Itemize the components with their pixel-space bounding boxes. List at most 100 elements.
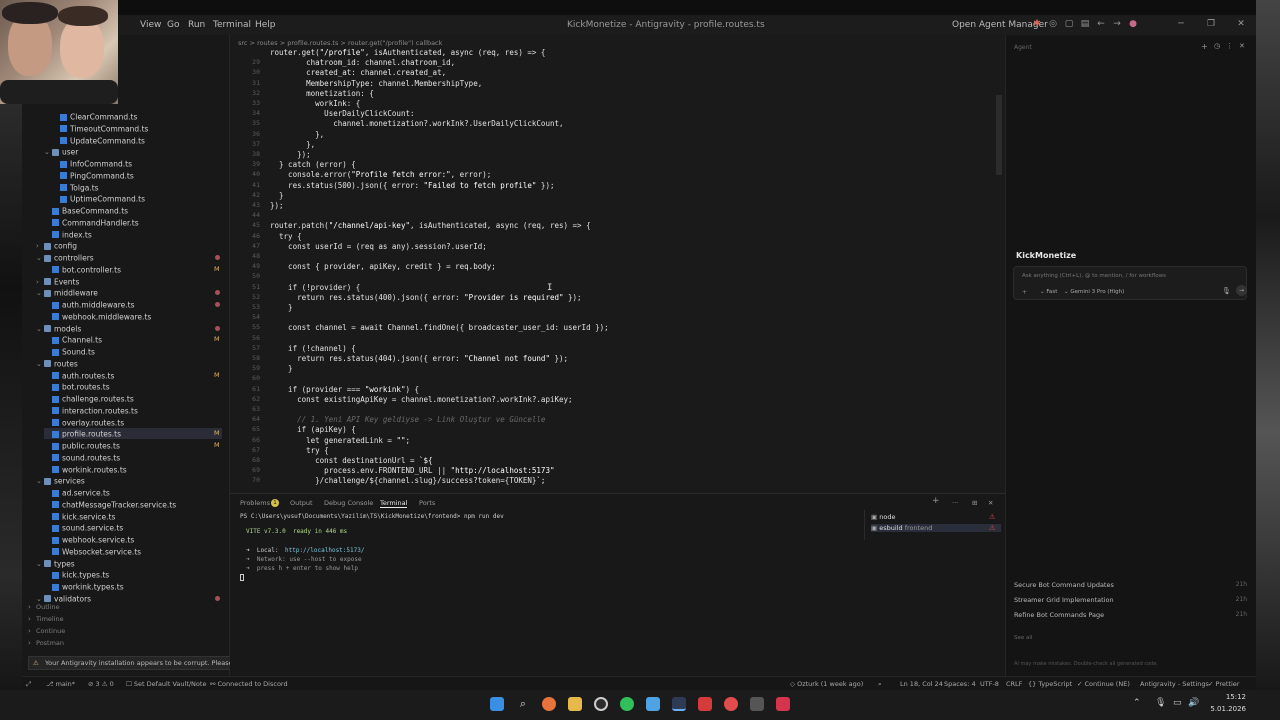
history-item[interactable]: Streamer Grid Implementation 21h (1014, 596, 1247, 606)
close-window-icon[interactable]: ✕ (1236, 19, 1246, 29)
agent-input-box[interactable]: Ask anything (Ctrl+L), @ to mention, / f… (1013, 266, 1247, 300)
avatar-icon[interactable]: ● (1128, 19, 1138, 29)
tree-file[interactable]: auth.routes.ts M (44, 370, 222, 381)
tree-file[interactable]: workink.routes.ts (44, 464, 222, 475)
microphone-icon[interactable]: 🎙 (1155, 698, 1166, 708)
attach-icon[interactable]: + (1022, 289, 1027, 296)
tree-folder[interactable]: ⌄ user (44, 146, 222, 157)
file-explorer-icon[interactable] (568, 697, 582, 711)
tree-folder[interactable]: ⌄ validators (36, 593, 222, 604)
antigravity-settings[interactable]: Antigravity - Settings (1140, 680, 1209, 688)
account-icon[interactable]: ◎ (1048, 19, 1058, 29)
tree-file[interactable]: auth.middleware.ts (44, 299, 222, 310)
tree-file[interactable]: index.ts (44, 229, 222, 240)
history-item[interactable]: Secure Bot Command Updates 21h (1014, 581, 1247, 591)
section-timeline[interactable]: › Timeline (28, 615, 64, 625)
menu-view[interactable]: View (140, 20, 161, 30)
prettier-status[interactable]: ✓ Prettier (1208, 680, 1239, 688)
tree-file[interactable]: InfoCommand.ts (52, 158, 222, 169)
tree-folder[interactable]: ⌄ controllers (36, 252, 222, 263)
tab-problems[interactable]: Problems (240, 499, 270, 507)
tab-terminal[interactable]: Terminal (380, 499, 408, 508)
more-icon[interactable]: ··· (952, 499, 958, 507)
section-outline[interactable]: › Outline (28, 603, 60, 613)
volume-icon[interactable]: 🔊 (1188, 698, 1199, 708)
search-icon[interactable]: ⌕ (516, 697, 530, 711)
tree-file[interactable]: kick.service.ts (44, 511, 222, 522)
tree-file[interactable]: sound.routes.ts (44, 452, 222, 463)
maximize-panel-icon[interactable]: ⊞ (972, 499, 977, 507)
code-editor[interactable]: src > routes > profile.routes.ts > route… (230, 35, 1005, 493)
tray-chevron-icon[interactable]: ⌃ (1133, 698, 1141, 708)
section-continue[interactable]: › Continue (28, 627, 65, 637)
clock-time[interactable]: 15:12 (1212, 693, 1246, 701)
more-icon[interactable]: ⋮ (1226, 42, 1233, 50)
continue-status[interactable]: ✓ Continue (NE) (1077, 680, 1130, 688)
tree-file[interactable]: bot.controller.ts M (44, 264, 222, 275)
tree-file[interactable]: overlay.routes.ts (44, 417, 222, 428)
tree-folder[interactable]: ⌄ routes (36, 358, 222, 369)
tree-file[interactable]: profile.routes.ts M (44, 428, 222, 440)
network-icon[interactable]: ▭ (1173, 698, 1182, 708)
tree-folder[interactable]: › config (36, 240, 222, 251)
new-chat-icon[interactable]: + (1201, 42, 1208, 51)
tab-debug-console[interactable]: Debug Console (324, 499, 373, 507)
remote-icon[interactable]: ⤢ (26, 680, 31, 689)
tree-file[interactable]: workink.types.ts (44, 581, 222, 592)
start-icon[interactable] (490, 697, 504, 711)
tree-file[interactable]: Sound.ts (44, 346, 222, 357)
antigravity-icon[interactable] (672, 697, 686, 711)
session-esbuild[interactable]: ▣ esbuild frontend (871, 524, 1001, 532)
send-icon[interactable]: → (1236, 285, 1247, 296)
forward-icon[interactable]: → (1112, 19, 1122, 29)
layout-icon[interactable]: ▢ (1064, 19, 1074, 29)
model-select[interactable]: ⌄ Gemini 3 Pro (High) (1064, 289, 1124, 295)
language-mode[interactable]: {} TypeScript (1028, 680, 1072, 688)
tree-file[interactable]: TimeoutCommand.ts (52, 123, 222, 134)
app-icon[interactable] (724, 697, 738, 711)
menu-go[interactable]: Go (167, 20, 179, 30)
tab-ports[interactable]: Ports (419, 499, 435, 507)
tree-folder[interactable]: ⌄ models (36, 323, 222, 334)
history-icon[interactable]: ◷ (1214, 42, 1220, 50)
problems-indicator[interactable]: ⊘ 3 ⚠ 0 (88, 680, 114, 688)
spotify-icon[interactable] (620, 697, 634, 711)
settings-icon[interactable]: ✱ (1032, 19, 1042, 29)
close-agent-icon[interactable]: ✕ (1239, 42, 1245, 50)
vscode-icon[interactable] (646, 697, 660, 711)
tree-file[interactable]: ClearCommand.ts (52, 111, 222, 122)
tree-file[interactable]: ad.service.ts (44, 487, 222, 498)
blame-indicator[interactable]: ◇ Ozturk (1 week ago) (790, 680, 863, 688)
app-icon[interactable] (750, 697, 764, 711)
app-icon[interactable] (776, 697, 790, 711)
breadcrumb[interactable]: src > routes > profile.routes.ts > route… (238, 39, 442, 47)
close-panel-icon[interactable]: ✕ (988, 499, 993, 507)
line-ending[interactable]: CRLF (1006, 680, 1022, 688)
tree-file[interactable]: kick.types.ts (44, 569, 222, 580)
firefox-icon[interactable] (542, 697, 556, 711)
see-all-link[interactable]: See all (1014, 635, 1032, 641)
tree-file[interactable]: chatMessageTracker.service.ts (44, 499, 222, 510)
back-icon[interactable]: ← (1096, 19, 1106, 29)
tree-file[interactable]: UpdateCommand.ts (52, 135, 222, 146)
new-terminal-icon[interactable]: + (932, 496, 940, 506)
mode-select[interactable]: ⌄ Fast (1040, 289, 1057, 295)
panel-icon[interactable]: ▤ (1080, 19, 1090, 29)
vault-button[interactable]: ☐ Set Default Vault/Note (126, 680, 206, 688)
app-icon[interactable] (698, 697, 712, 711)
clock-date[interactable]: 5.01.2026 (1204, 705, 1246, 713)
encoding[interactable]: UTF-8 (980, 680, 999, 688)
indent-setting[interactable]: Spaces: 4 (944, 680, 976, 688)
tree-file[interactable]: BaseCommand.ts (44, 205, 222, 216)
tree-file[interactable]: CommandHandler.ts (44, 217, 222, 228)
minimize-icon[interactable]: ─ (1176, 19, 1186, 29)
tree-file[interactable]: Channel.ts M (44, 334, 222, 345)
tree-file[interactable]: public.routes.ts M (44, 440, 222, 451)
microphone-icon[interactable]: 🎙 (1222, 287, 1231, 295)
tree-file[interactable]: challenge.routes.ts (44, 393, 222, 404)
tree-file[interactable]: webhook.service.ts (44, 534, 222, 545)
tree-file[interactable]: webhook.middleware.ts (44, 311, 222, 322)
tree-file[interactable]: UptimeCommand.ts (52, 193, 222, 204)
tree-folder[interactable]: › Events (36, 276, 222, 287)
zoom-icon[interactable]: ⌕ (878, 680, 882, 689)
